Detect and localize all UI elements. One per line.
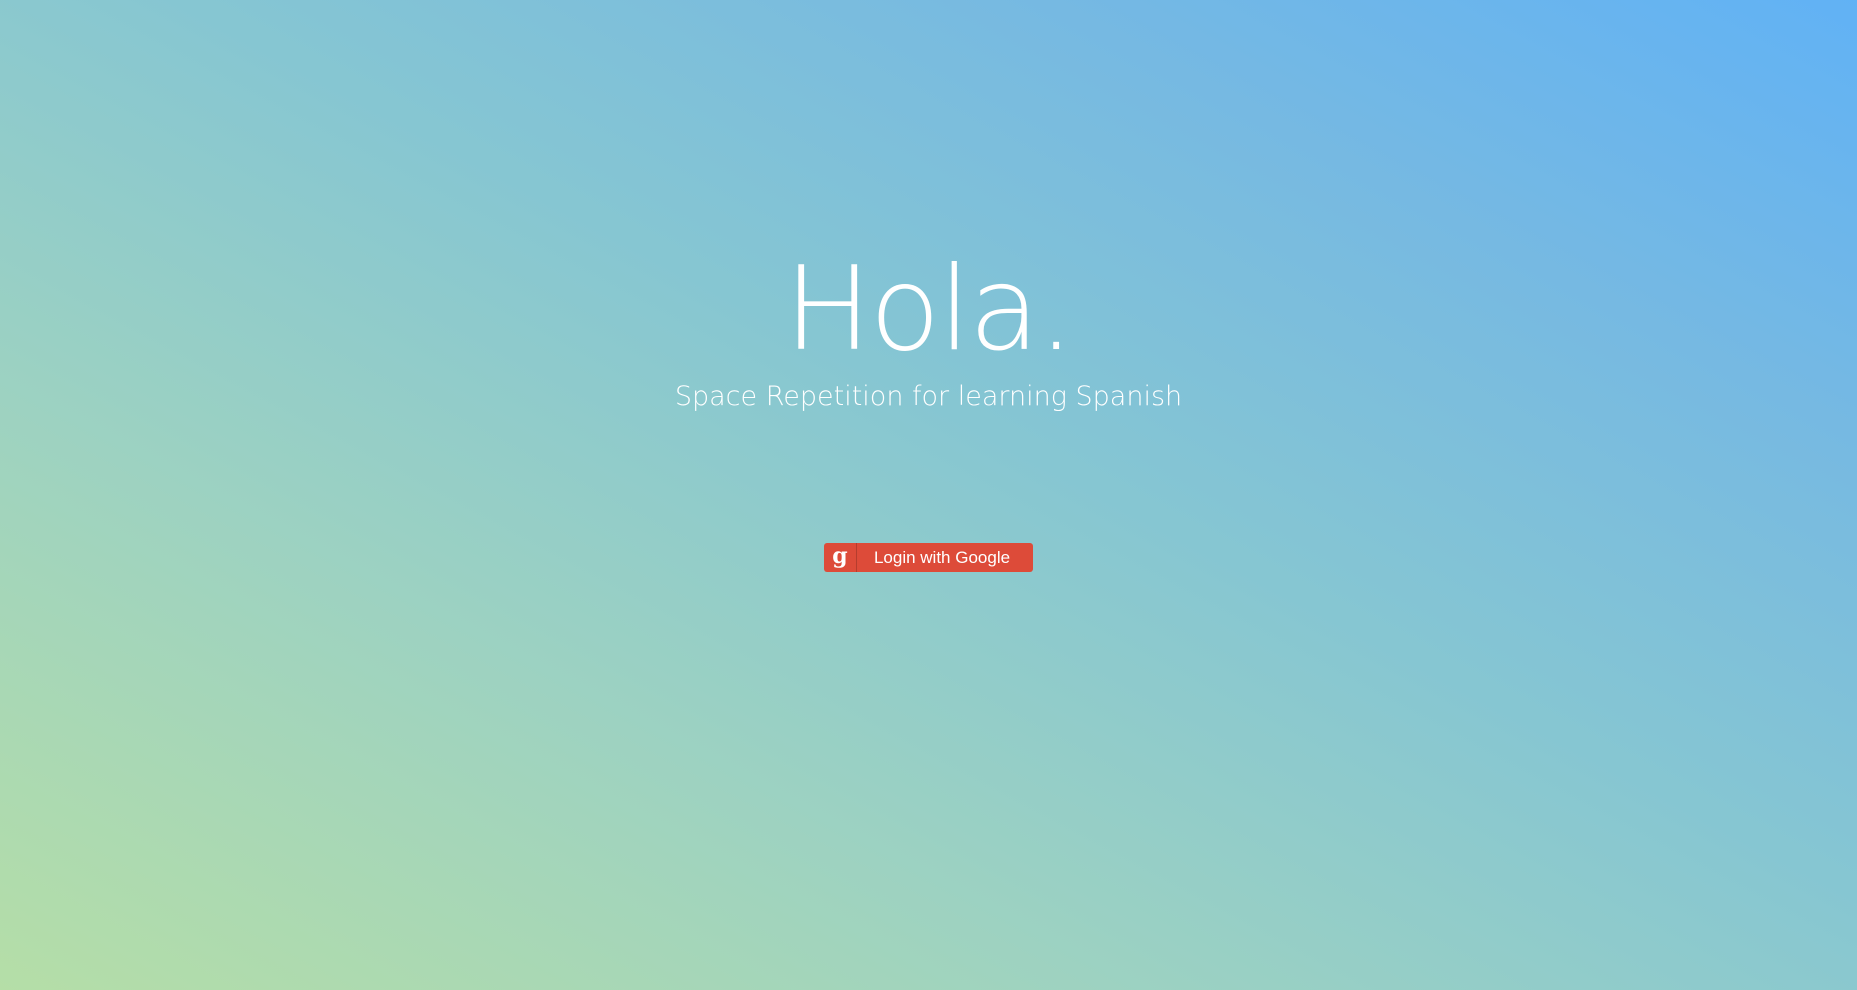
login-button-label: Login with Google: [873, 547, 1011, 567]
page-subtitle: Space Repetition for learning Spanish: [674, 381, 1183, 412]
google-g-glyph: g: [832, 543, 848, 569]
page-title: Hola.: [784, 242, 1074, 377]
login-with-google-button[interactable]: g Login with Google: [824, 543, 1033, 572]
hero-section: Hola. Space Repetition for learning Span…: [0, 0, 1857, 990]
google-plus-icon: g: [824, 543, 857, 572]
